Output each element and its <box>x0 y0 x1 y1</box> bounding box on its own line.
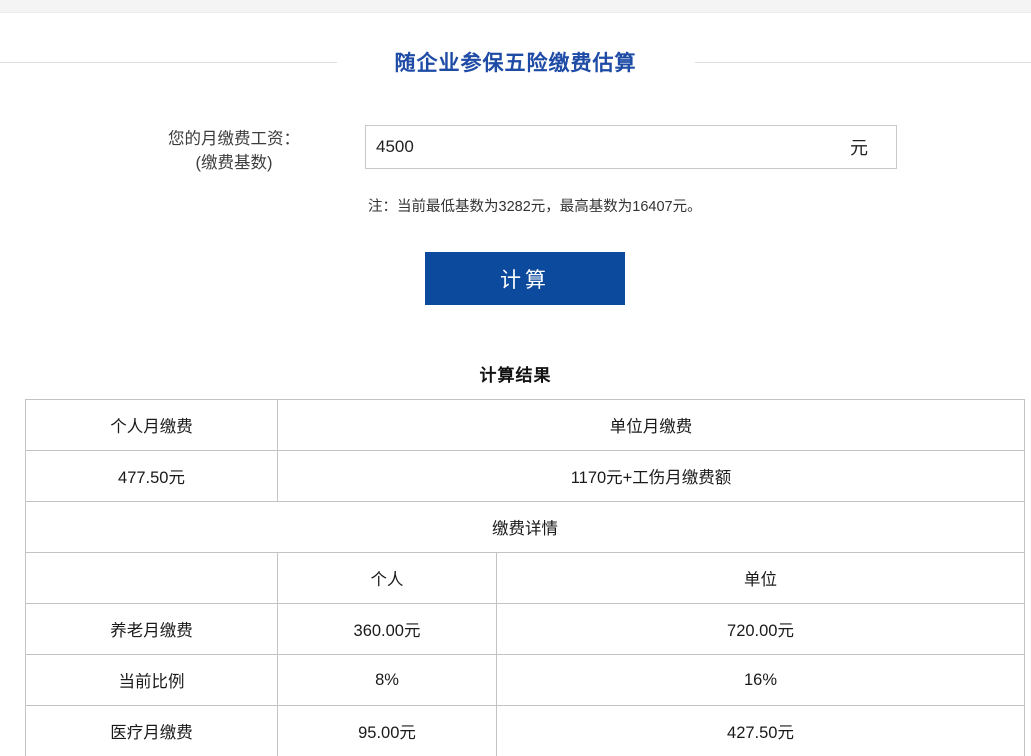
table-row-pension: 养老月缴费 360.00元 720.00元 <box>25 603 1025 655</box>
row-personal-value: 360.00元 <box>277 603 497 655</box>
page-title: 随企业参保五险缴费估算 <box>394 52 637 75</box>
top-bar <box>0 0 1031 13</box>
row-personal-value: 95.00元 <box>277 705 497 756</box>
table-row-ratio: 当前比例 8% 16% <box>25 654 1025 706</box>
salary-label: 您的月缴费工资： (缴费基数) <box>128 125 340 175</box>
summary-header-personal: 个人月缴费 <box>25 399 278 451</box>
details-section-title: 缴费详情 <box>25 501 1025 553</box>
salary-label-line1: 您的月缴费工资： <box>168 130 300 148</box>
row-employer-value: 16% <box>496 654 1025 706</box>
salary-form-row: 您的月缴费工资： (缴费基数) 元 <box>0 125 1031 175</box>
salary-label-line2: (缴费基数) <box>195 154 273 172</box>
currency-unit-label: 元 <box>850 138 868 158</box>
details-header-employer: 单位 <box>496 552 1025 604</box>
row-employer-value: 720.00元 <box>496 603 1025 655</box>
details-section-row: 缴费详情 <box>25 501 1025 553</box>
row-employer-value: 427.50元 <box>496 705 1025 756</box>
row-label: 当前比例 <box>25 654 278 706</box>
divider-line-right <box>694 61 1031 63</box>
salary-input-box: 元 <box>365 125 897 169</box>
row-label: 医疗月缴费 <box>25 705 278 756</box>
base-range-note: 注：当前最低基数为3282元，最高基数为16407元。 <box>368 199 702 215</box>
details-header-personal: 个人 <box>277 552 497 604</box>
summary-header-row: 个人月缴费 单位月缴费 <box>25 399 1025 451</box>
title-divider-row: 随企业参保五险缴费估算 <box>0 47 1031 77</box>
summary-value-row: 477.50元 1170元+工伤月缴费额 <box>25 450 1025 502</box>
details-header-blank <box>25 552 278 604</box>
summary-header-employer: 单位月缴费 <box>277 399 1025 451</box>
details-header-row: 个人 单位 <box>25 552 1025 604</box>
result-heading: 计算结果 <box>479 366 552 385</box>
result-table: 个人月缴费 单位月缴费 477.50元 1170元+工伤月缴费额 缴费详情 个人… <box>25 399 1025 756</box>
table-row-medical: 医疗月缴费 95.00元 427.50元 <box>25 705 1025 756</box>
row-label: 养老月缴费 <box>25 603 278 655</box>
summary-value-employer: 1170元+工伤月缴费额 <box>277 450 1025 502</box>
calculate-button[interactable]: 计算 <box>425 252 625 305</box>
salary-input[interactable] <box>366 126 850 168</box>
summary-value-personal: 477.50元 <box>25 450 278 502</box>
row-personal-value: 8% <box>277 654 497 706</box>
divider-line-left <box>0 61 337 63</box>
